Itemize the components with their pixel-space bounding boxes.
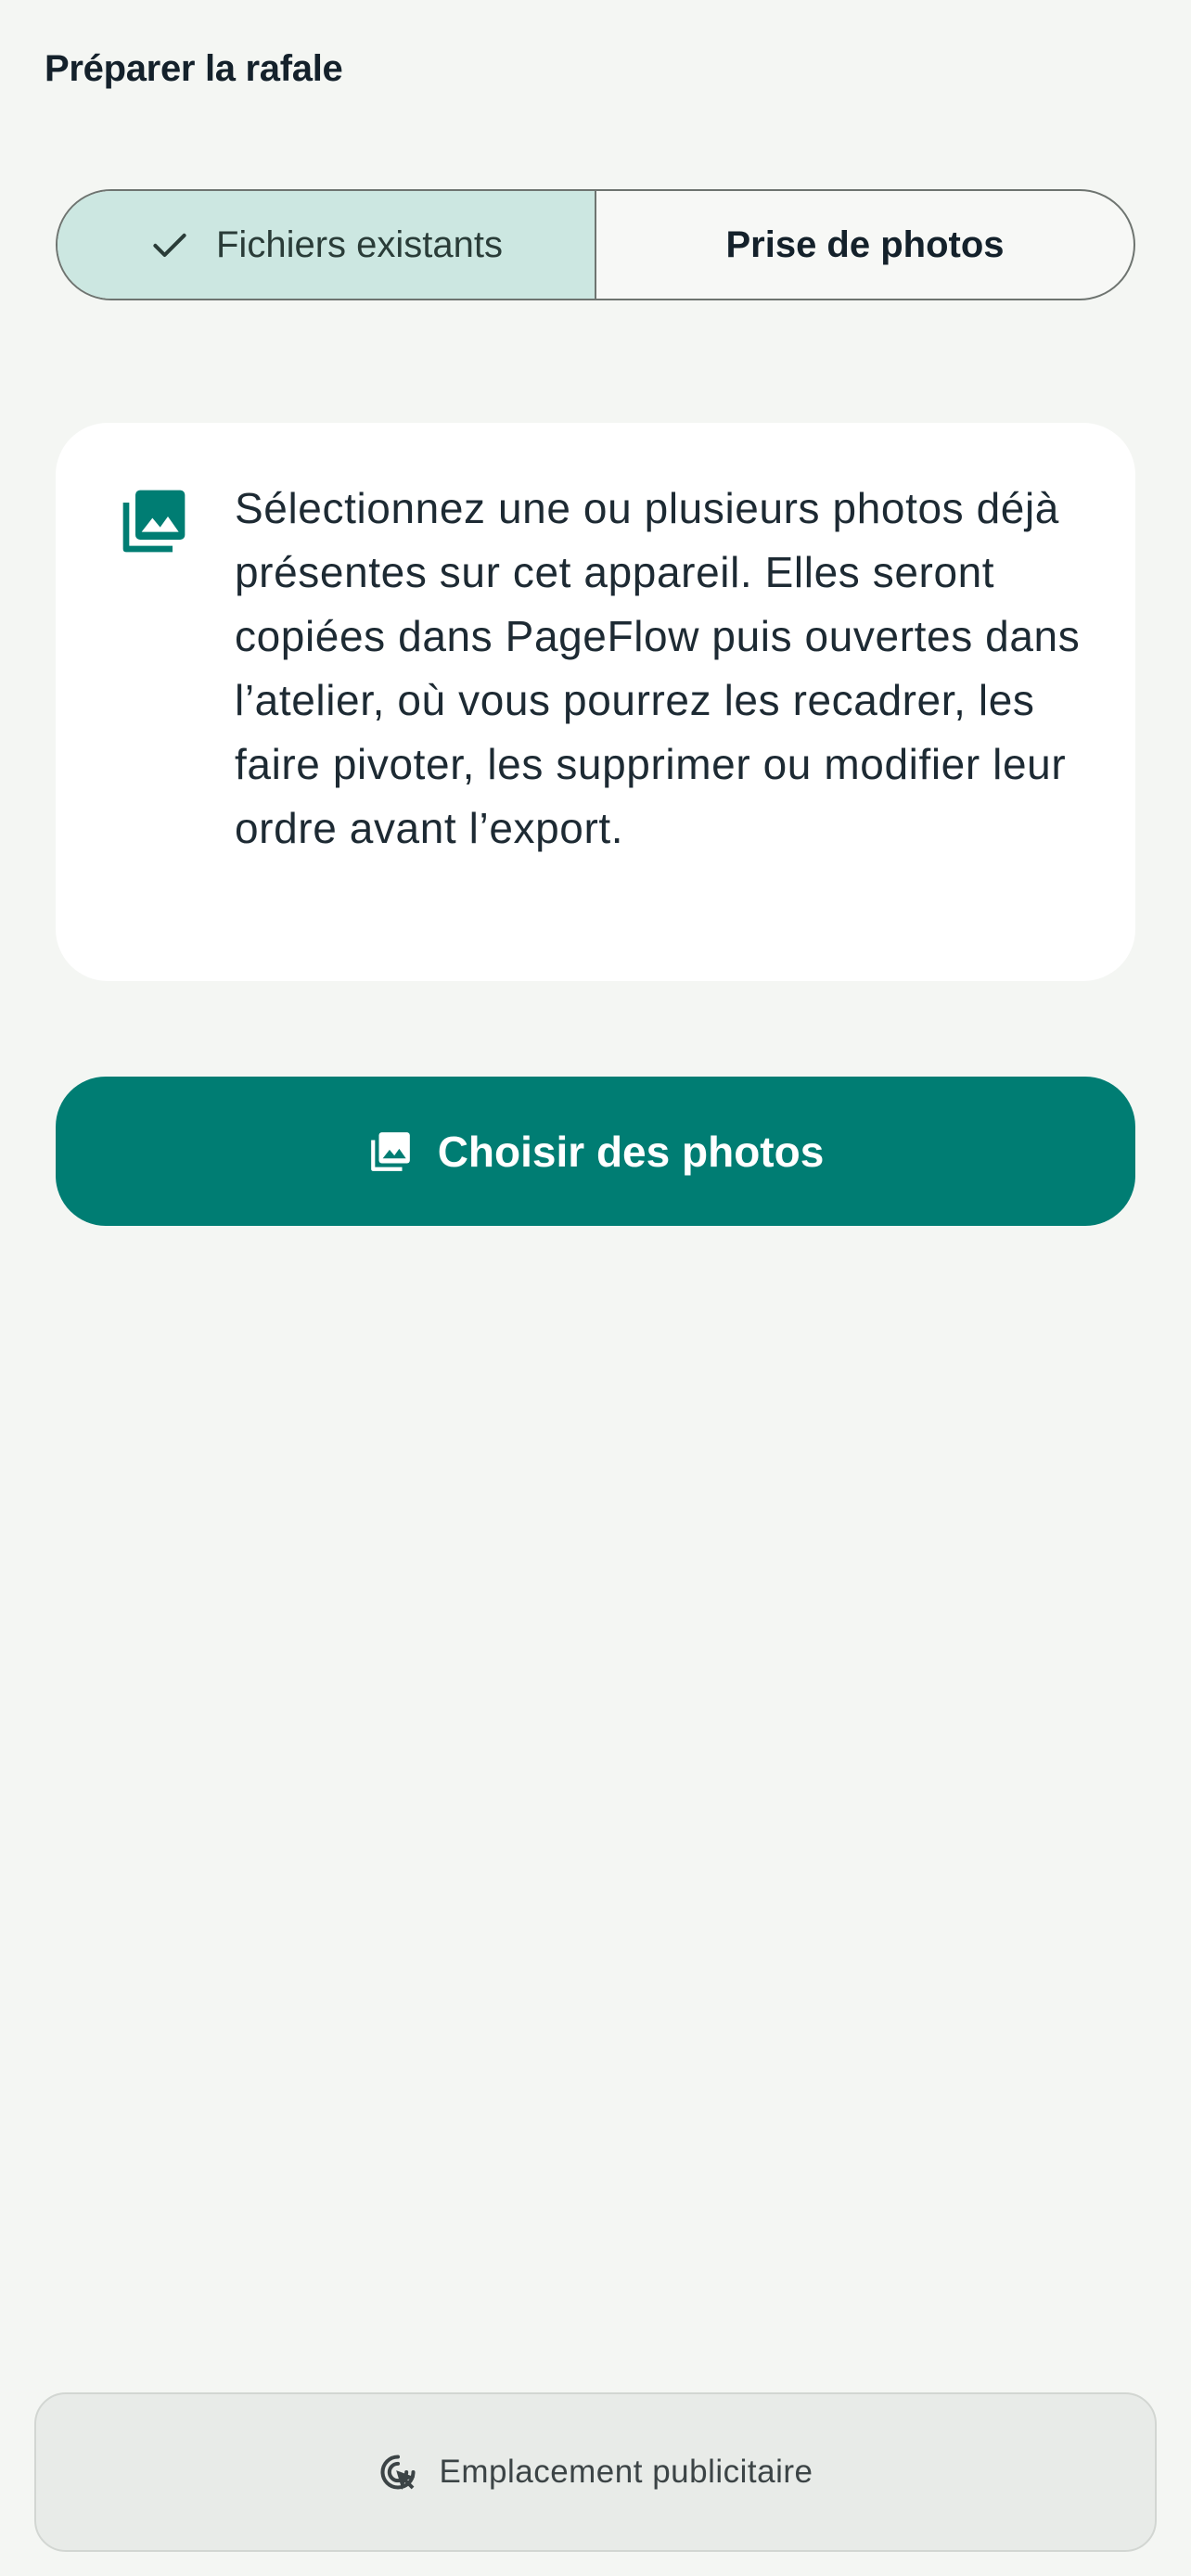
segment-take-photos[interactable]: Prise de photos [596, 191, 1133, 299]
info-card: Sélectionnez une ou plusieurs photos déj… [56, 423, 1135, 981]
photo-library-icon [122, 490, 186, 553]
choose-photos-button-label: Choisir des photos [437, 1127, 825, 1176]
info-card-text: Sélectionnez une ou plusieurs photos déj… [235, 484, 1081, 852]
check-icon [153, 233, 186, 258]
mode-selector: Fichiers existants Prise de photos [56, 189, 1135, 300]
ad-placeholder-label: Emplacement publicitaire [439, 2454, 813, 2490]
photo-library-icon [370, 1131, 410, 1171]
page-title: Préparer la rafale [45, 48, 343, 89]
ad-click-icon [381, 2455, 416, 2491]
choose-photos-button[interactable]: Choisir des photos [56, 1077, 1135, 1226]
ad-placeholder[interactable]: Emplacement publicitaire [34, 2392, 1157, 2552]
segment-take-photos-label: Prise de photos [725, 223, 1005, 265]
segment-existing-files-label: Fichiers existants [216, 223, 503, 265]
segment-existing-files[interactable]: Fichiers existants [58, 191, 596, 299]
